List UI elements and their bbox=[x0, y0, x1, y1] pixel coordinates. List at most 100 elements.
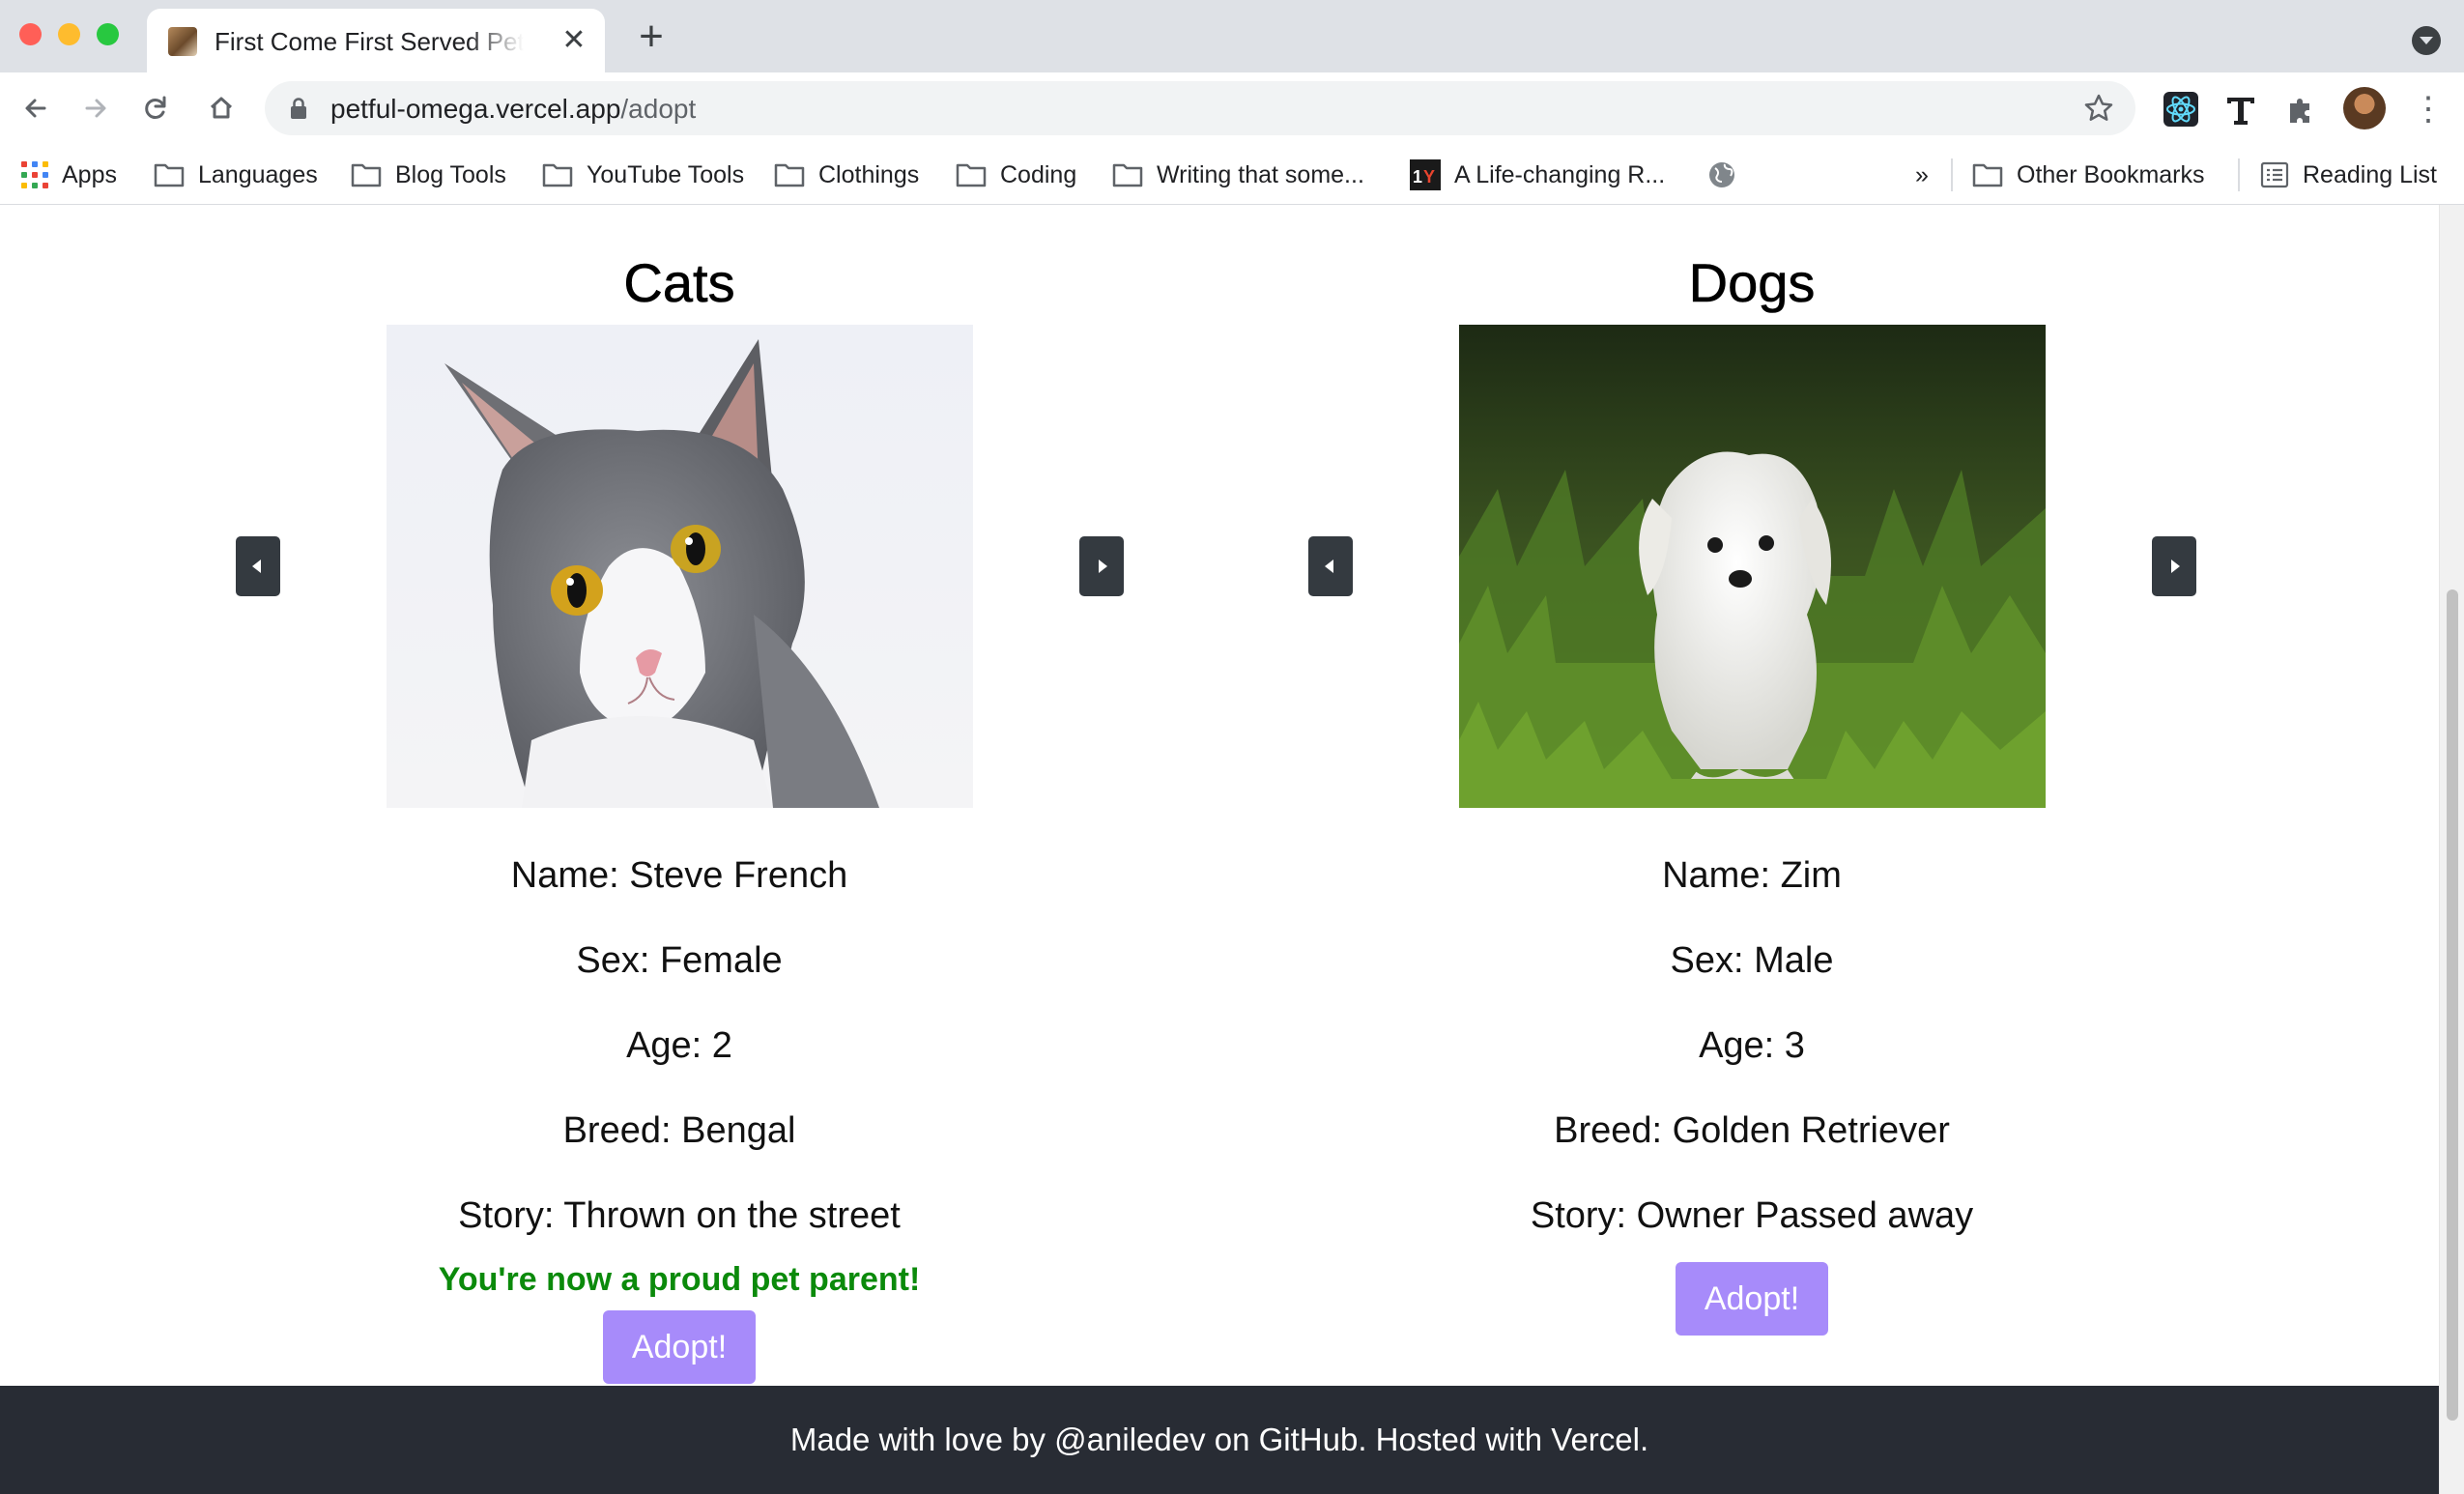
folder-icon bbox=[956, 163, 987, 187]
bookmark-label: Reading List bbox=[2303, 160, 2437, 188]
cat-image bbox=[387, 325, 973, 808]
dog-age: Age: 3 bbox=[1699, 1025, 1805, 1066]
bookmark-label: Blog Tools bbox=[395, 160, 506, 188]
bookmark-label: Languages bbox=[198, 160, 318, 188]
dogs-carousel bbox=[1220, 325, 2283, 808]
cat-sex: Sex: Female bbox=[576, 940, 783, 981]
cat-name: Name: Steve French bbox=[510, 855, 848, 896]
cats-section: Cats Name: Steve French Sex: Female Age:… bbox=[148, 205, 1211, 1384]
bookmark-label: A Life-changing R... bbox=[1454, 160, 1666, 188]
bookmark-writing[interactable]: Writing that some... bbox=[1112, 157, 1364, 193]
address-bar[interactable]: petful-omega.vercel.app/adopt bbox=[265, 81, 2135, 135]
adoption-success-message: You're now a proud pet parent! bbox=[438, 1261, 921, 1298]
profile-avatar[interactable] bbox=[2343, 87, 2386, 129]
back-button[interactable] bbox=[12, 84, 60, 132]
tab-title: First Come First Served Pet Adoption bbox=[215, 27, 524, 56]
bookmark-coding[interactable]: Coding bbox=[956, 157, 1076, 193]
url-path: /adopt bbox=[620, 94, 697, 124]
bookmark-languages[interactable]: Languages bbox=[154, 157, 318, 193]
bookmarks-divider bbox=[2238, 158, 2240, 191]
dogs-section: Dogs Name: Zim Sex: Male Age: 3 Breed: G… bbox=[1220, 205, 2283, 1336]
cats-next-button[interactable] bbox=[1079, 536, 1124, 596]
apps-grid-icon bbox=[21, 161, 48, 188]
bookmarks-bar: Apps Languages Blog Tools YouTube Tools … bbox=[0, 145, 2464, 205]
new-tab-button[interactable]: + bbox=[630, 15, 673, 60]
cat-details: Name: Steve French Sex: Female Age: 2 Br… bbox=[148, 837, 1211, 1384]
bookmark-label: Other Bookmarks bbox=[2017, 160, 2205, 188]
folder-icon bbox=[154, 163, 185, 187]
scrollbar-thumb[interactable] bbox=[2447, 589, 2458, 1421]
browser-menu-icon[interactable]: ⋮ bbox=[2412, 90, 2445, 129]
url-host: petful-omega.vercel.app bbox=[330, 94, 621, 124]
folder-icon bbox=[1112, 163, 1143, 187]
folder-icon bbox=[774, 163, 805, 187]
extensions-puzzle-icon[interactable] bbox=[2282, 90, 2321, 129]
folder-icon bbox=[1972, 163, 2003, 187]
overflow-chevron-icon: » bbox=[1915, 160, 1929, 188]
reload-button[interactable] bbox=[131, 84, 180, 132]
bookmark-label: Writing that some... bbox=[1157, 160, 1364, 188]
react-devtools-icon[interactable] bbox=[2162, 90, 2200, 129]
bookmark-other-bookmarks[interactable]: Other Bookmarks bbox=[1972, 157, 2205, 193]
bookmarks-divider bbox=[1951, 158, 1953, 191]
active-tab[interactable]: First Come First Served Pet Adoption ✕ bbox=[147, 9, 605, 72]
cat-age: Age: 2 bbox=[626, 1025, 732, 1066]
bookmark-apps[interactable]: Apps bbox=[21, 157, 117, 193]
url-text: petful-omega.vercel.app/adopt bbox=[330, 94, 696, 125]
forward-arrow-icon bbox=[85, 99, 106, 118]
tab-strip: First Come First Served Pet Adoption ✕ + bbox=[0, 0, 2464, 72]
svg-text:Y: Y bbox=[1423, 167, 1435, 187]
tab-favicon-icon bbox=[168, 27, 197, 56]
bookmark-label: YouTube Tools bbox=[587, 160, 745, 188]
reading-list-button[interactable]: Reading List bbox=[2260, 157, 2437, 193]
tab-close-icon[interactable]: ✕ bbox=[557, 23, 591, 58]
bookmark-label: Coding bbox=[1000, 160, 1077, 188]
globe-icon[interactable] bbox=[1707, 160, 1736, 189]
bookmark-clothings[interactable]: Clothings bbox=[774, 157, 919, 193]
dog-story: Story: Owner Passed away bbox=[1530, 1195, 1974, 1236]
close-window-button[interactable] bbox=[19, 23, 42, 45]
dog-image bbox=[1459, 325, 2046, 808]
bookmark-youtube-tools[interactable]: YouTube Tools bbox=[542, 157, 744, 193]
cat-photo bbox=[387, 325, 973, 808]
forward-button[interactable] bbox=[72, 84, 120, 132]
bookmarks-overflow-button[interactable]: » bbox=[1915, 157, 1929, 193]
dogs-next-button[interactable] bbox=[2152, 536, 2196, 596]
minimize-window-button[interactable] bbox=[58, 23, 80, 45]
site-favicon-icon: 1 Y bbox=[1410, 159, 1441, 190]
bookmark-blog-tools[interactable]: Blog Tools bbox=[351, 157, 506, 193]
adopt-dog-button[interactable]: Adopt! bbox=[1675, 1262, 1829, 1336]
folder-icon bbox=[542, 163, 573, 187]
cat-breed: Breed: Bengal bbox=[562, 1110, 796, 1151]
home-button[interactable] bbox=[197, 84, 245, 132]
svg-text:1: 1 bbox=[1413, 167, 1422, 187]
text-extension-icon[interactable] bbox=[2221, 90, 2260, 129]
back-arrow-icon bbox=[25, 99, 46, 118]
dog-breed: Breed: Golden Retriever bbox=[1554, 1110, 1950, 1151]
reload-icon bbox=[145, 96, 166, 119]
bookmark-label: Clothings bbox=[818, 160, 920, 188]
tab-search-icon[interactable] bbox=[2412, 26, 2441, 55]
reading-list-icon bbox=[2260, 161, 2289, 188]
maximize-window-button[interactable] bbox=[97, 23, 119, 45]
folder-icon bbox=[351, 163, 382, 187]
dogs-prev-button[interactable] bbox=[1308, 536, 1353, 596]
bookmark-star-icon[interactable] bbox=[2081, 91, 2116, 126]
dog-photo bbox=[1459, 325, 2046, 808]
dog-sex: Sex: Male bbox=[1670, 940, 1834, 981]
browser-toolbar: petful-omega.vercel.app/adopt ⋮ bbox=[0, 72, 2464, 145]
cat-story: Story: Thrown on the street bbox=[458, 1195, 901, 1236]
bookmark-label: Apps bbox=[62, 160, 117, 188]
adopt-cat-button[interactable]: Adopt! bbox=[602, 1310, 757, 1384]
dog-details: Name: Zim Sex: Male Age: 3 Breed: Golden… bbox=[1220, 837, 2283, 1336]
cats-carousel bbox=[148, 325, 1211, 808]
bookmark-life-changing[interactable]: 1 Y A Life-changing R... bbox=[1410, 157, 1665, 193]
home-icon bbox=[210, 97, 233, 119]
footer-text: Made with love by @aniledev on GitHub. H… bbox=[789, 1422, 1649, 1457]
site-footer: Made with love by @aniledev on GitHub. H… bbox=[0, 1386, 2439, 1494]
cats-prev-button[interactable] bbox=[236, 536, 280, 596]
adopt-page: Cats Name: Steve French Sex: Female Age:… bbox=[0, 205, 2439, 1494]
lock-icon[interactable] bbox=[290, 97, 307, 120]
dogs-heading: Dogs bbox=[1688, 252, 1816, 314]
dog-name: Name: Zim bbox=[1662, 855, 1842, 896]
